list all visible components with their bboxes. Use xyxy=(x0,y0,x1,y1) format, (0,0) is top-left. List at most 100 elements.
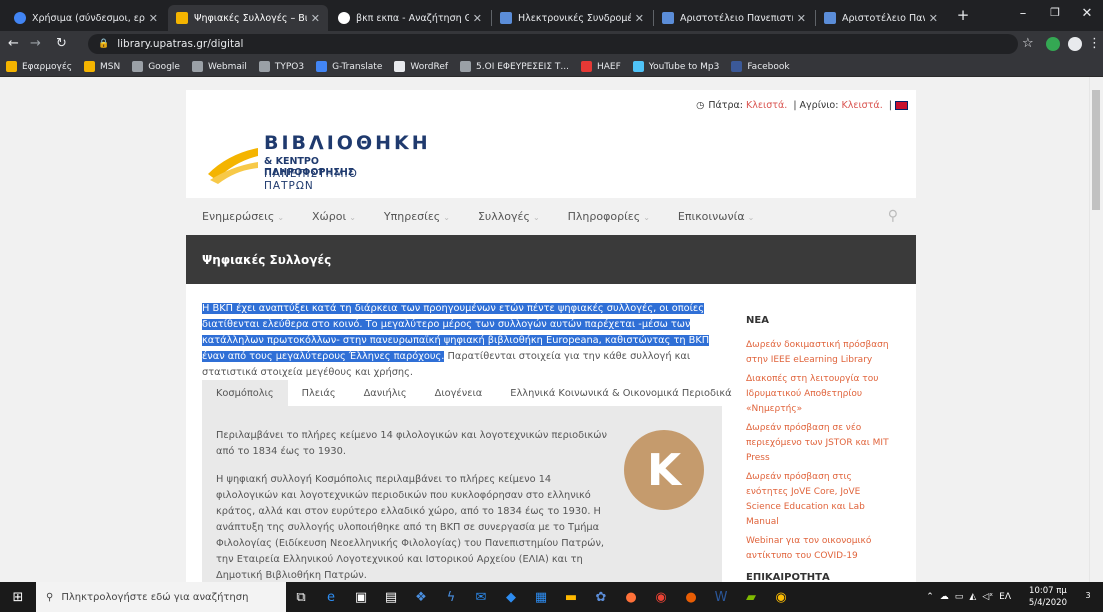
bookmark-label: YouTube to Mp3 xyxy=(648,61,720,72)
word-icon[interactable]: W xyxy=(706,582,736,612)
close-tab-icon[interactable]: ✕ xyxy=(149,12,158,25)
tab-google-search[interactable]: βκπ εκπα - Αναζήτηση Goog ✕ xyxy=(330,5,490,31)
minimize-icon[interactable]: – xyxy=(1008,6,1038,21)
tab-danielis[interactable]: Δανιήλις xyxy=(350,380,421,406)
tab-title: Ηλεκτρονικές Συνδρομές | Α xyxy=(518,12,631,24)
battery-icon[interactable]: ▭ xyxy=(955,592,964,602)
tab-diogeneia[interactable]: Διογένεια xyxy=(421,380,497,406)
bookmark-label: Webmail xyxy=(207,61,247,72)
bookmark-star-icon[interactable]: ☆ xyxy=(1022,36,1034,51)
tab-auth-1[interactable]: Αριστοτέλειο Πανεπιστήμιο ✕ xyxy=(654,5,814,31)
search-icon[interactable]: ⚲ xyxy=(888,208,898,224)
bookmark-favicon-icon xyxy=(191,61,203,72)
app-icon[interactable]: ● xyxy=(676,582,706,612)
logo-university: ΠΑΝΕΠΙΣΤΗΜΙΟ ΠΑΤΡΩΝ xyxy=(264,168,358,192)
page-favicon-icon xyxy=(500,12,512,24)
close-tab-icon[interactable]: ✕ xyxy=(635,12,644,25)
tab-kosmopolis[interactable]: Κοσμόπολις xyxy=(202,380,288,406)
news-link[interactable]: Διακοπές στη λειτουργία του Ιδρυματικού … xyxy=(746,372,896,417)
task-view-icon[interactable]: ⧉ xyxy=(286,582,316,612)
menu-item-services[interactable]: Υπηρεσίες ⌄ xyxy=(384,210,450,223)
bookmark-item[interactable]: G-Translate xyxy=(316,61,382,72)
tab-pleias[interactable]: Πλειάς xyxy=(288,380,350,406)
app-icon[interactable]: ▰ xyxy=(736,582,766,612)
tab-e-subscriptions[interactable]: Ηλεκτρονικές Συνδρομές | Α ✕ xyxy=(492,5,652,31)
mail-icon[interactable]: ✉ xyxy=(466,582,496,612)
bookmark-item[interactable]: Webmail xyxy=(191,61,247,72)
app-icon[interactable]: ▦ xyxy=(526,582,556,612)
time: 10:07 πμ xyxy=(1029,586,1067,596)
taskbar-search[interactable]: ⚲ Πληκτρολογήστε εδώ για αναζήτηση xyxy=(36,582,286,612)
uk-flag-icon[interactable] xyxy=(895,101,908,110)
tab-social-economic-journals[interactable]: Ελληνικά Κοινωνικά & Οικονομικά Περιοδικ… xyxy=(496,380,745,406)
chrome-icon[interactable]: ◉ xyxy=(646,582,676,612)
news-link[interactable]: Δωρεάν πρόσβαση στις ενότητες JoVE Core,… xyxy=(746,470,896,530)
bookmark-item[interactable]: Google xyxy=(132,61,180,72)
close-window-icon[interactable]: ✕ xyxy=(1072,6,1102,21)
address-bar[interactable]: 🔒 library.upatras.gr/digital xyxy=(88,34,1018,54)
library-logo[interactable]: ΒΙΒΛΙΟΘΗΚΗ & ΚΕΝΤΡΟ ΠΛΗΡΟΦΟΡΗΣΗΣ ΠΑΝΕΠΙΣ… xyxy=(208,132,428,192)
edge-icon[interactable]: e xyxy=(316,582,346,612)
reload-icon[interactable]: ↻ xyxy=(56,36,67,51)
bookmark-item[interactable]: TYPO3 xyxy=(258,61,304,72)
menu-item-collections[interactable]: Συλλογές ⌄ xyxy=(478,210,540,223)
bookmark-favicon-icon xyxy=(83,61,95,72)
menu-item-news[interactable]: Ενημερώσεις ⌄ xyxy=(202,210,284,223)
chrome-canary-icon[interactable]: ◉ xyxy=(766,582,796,612)
maximize-icon[interactable]: ❐ xyxy=(1040,6,1070,19)
extension-icon[interactable] xyxy=(1046,37,1060,51)
notification-center-icon[interactable]: 3 xyxy=(1079,588,1097,606)
profile-avatar-icon[interactable] xyxy=(1068,37,1082,51)
tab-auth-2[interactable]: Αριστοτέλειο Πανεπιστήμιο ✕ xyxy=(816,5,946,31)
intro-text: Η ΒΚΠ έχει αναπτύξει κατά τη διάρκεια τω… xyxy=(202,301,722,381)
volume-icon[interactable]: ◁ˣ xyxy=(982,592,993,602)
bookmark-item[interactable]: Εφαρμογές xyxy=(6,61,72,72)
language-indicator[interactable]: ΕΛ xyxy=(999,592,1011,602)
news-list: Δωρεάν δοκιμαστική πρόσβαση στην IEEE eL… xyxy=(746,338,896,568)
back-icon[interactable]: ← xyxy=(8,36,19,51)
bookmark-item[interactable]: YouTube to Mp3 xyxy=(632,61,720,72)
bookmark-label: HAEF xyxy=(596,61,621,72)
bookmark-label: Facebook xyxy=(747,61,790,72)
dropbox-icon[interactable]: ❖ xyxy=(406,582,436,612)
news-link[interactable]: Δωρεάν πρόσβαση σε νέο περιεχόμενο των J… xyxy=(746,421,896,466)
logo-swoosh-icon xyxy=(208,148,258,184)
bookmark-item[interactable]: MSN xyxy=(83,61,120,72)
agrinio-status[interactable]: Κλειστά. xyxy=(841,100,882,111)
app-icon[interactable]: ϟ xyxy=(436,582,466,612)
new-tab-button[interactable]: + xyxy=(948,6,978,24)
search-icon: ⚲ xyxy=(46,591,54,603)
clock[interactable]: 10:07 πμ 5/4/2020 xyxy=(1029,585,1067,609)
forward-icon[interactable]: → xyxy=(30,36,41,51)
tab-title: Χρήσιμα (σύνδεσμοι, εργαλε xyxy=(32,12,145,24)
main-menu: Ενημερώσεις ⌄ Χώροι ⌄ Υπηρεσίες ⌄ Συλλογές ⌄… xyxy=(186,198,916,235)
tab-useful-links[interactable]: Χρήσιμα (σύνδεσμοι, εργαλε ✕ xyxy=(6,5,166,31)
app-icon[interactable]: ✿ xyxy=(586,582,616,612)
close-tab-icon[interactable]: ✕ xyxy=(929,12,938,25)
news-link[interactable]: Webinar για τον οικονομικό αντίκτυπο του… xyxy=(746,534,896,564)
menu-item-contact[interactable]: Επικοινωνία ⌄ xyxy=(678,210,754,223)
store-icon[interactable]: ▣ xyxy=(346,582,376,612)
bookmark-item[interactable]: Facebook xyxy=(731,61,790,72)
bookmark-item[interactable]: HAEF xyxy=(580,61,621,72)
chevron-up-icon[interactable]: ⌃ xyxy=(926,592,934,602)
menu-item-info[interactable]: Πληροφορίες ⌄ xyxy=(568,210,650,223)
close-tab-icon[interactable]: ✕ xyxy=(311,12,320,25)
bookmark-item[interactable]: 5.ΟΙ ΕΦΕΥΡΕΣΕΙΣ Τ... xyxy=(460,61,569,72)
windows-start-icon[interactable]: ⊞ xyxy=(0,582,36,612)
patra-status[interactable]: Κλειστά. xyxy=(746,100,787,111)
menu-kebab-icon[interactable]: ⋮ xyxy=(1088,36,1101,51)
news-link[interactable]: Δωρεάν δοκιμαστική πρόσβαση στην IEEE eL… xyxy=(746,338,896,368)
app-icon[interactable]: ◆ xyxy=(496,582,526,612)
menu-item-spaces[interactable]: Χώροι ⌄ xyxy=(312,210,356,223)
app-icon[interactable]: ▤ xyxy=(376,582,406,612)
close-tab-icon[interactable]: ✕ xyxy=(797,12,806,25)
cloud-icon[interactable]: ☁ xyxy=(940,592,949,602)
network-icon[interactable]: ◭ xyxy=(969,592,976,602)
close-tab-icon[interactable]: ✕ xyxy=(473,12,482,25)
file-explorer-icon[interactable]: ▬ xyxy=(556,582,586,612)
bookmark-item[interactable]: WordRef xyxy=(394,61,448,72)
tab-digital-collections[interactable]: Ψηφιακές Συλλογές – Βιβλιοθ ✕ xyxy=(168,5,328,31)
scrollbar-thumb[interactable] xyxy=(1092,90,1100,210)
firefox-icon[interactable]: ● xyxy=(616,582,646,612)
